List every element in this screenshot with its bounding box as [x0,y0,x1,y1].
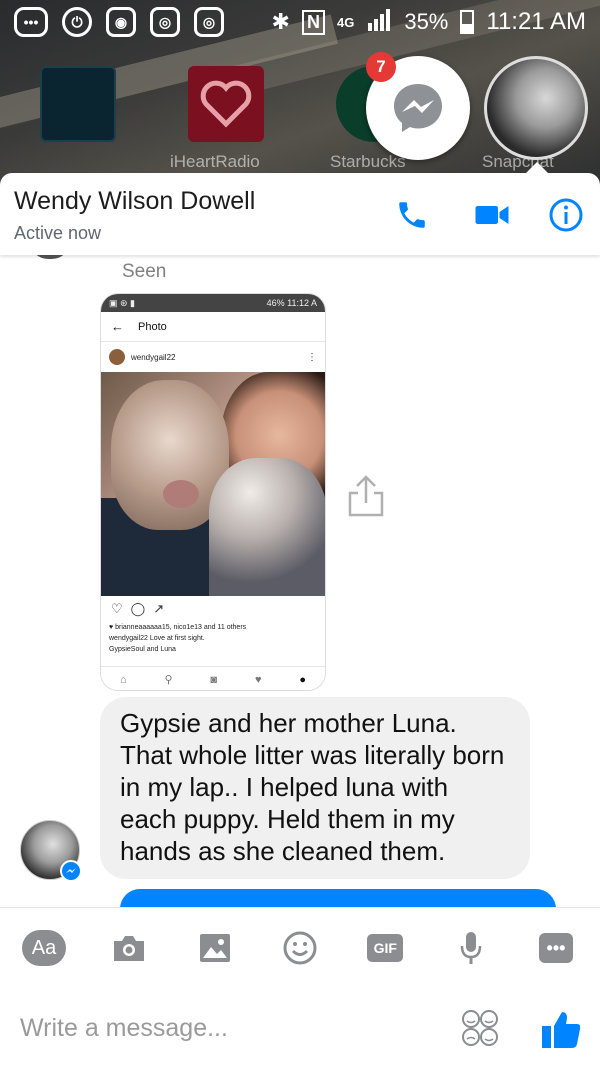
message-bubble[interactable]: Gypsie and her mother Luna. That whole l… [100,697,530,879]
signal-icon [366,7,392,37]
search-icon: ⚲ [164,674,173,686]
like-button[interactable] [540,1008,582,1050]
comment-icon: ◯ [130,601,146,616]
caption-line-1: wendygail22 Love at first sight. [109,635,205,642]
screenshot-status-right: 46% 11:12 A [266,298,317,308]
folder-app-icon[interactable] [40,66,116,142]
unread-count-badge: 7 [366,52,396,82]
screenshot-action-row: ♡ ◯ ↗ [101,596,325,622]
gallery-button[interactable] [193,926,237,970]
gif-button[interactable]: GIF [363,926,407,970]
instagram-notification-icon: ◎ [150,7,180,37]
screenshot-status-bar: ▣ ⊛ ▮ 46% 11:12 A [101,294,325,312]
camera-icon: ◙ [210,673,218,686]
thumbs-up-icon [542,1012,581,1048]
bluetooth-icon: ✱ [271,9,290,34]
stickers-icon [462,1010,498,1046]
conversation-header: Wendy Wilson Dowell Active now [0,173,600,255]
text-style-label: Aa [22,930,66,966]
more-vertical-icon: ⋮ [307,351,317,363]
sticker-button[interactable] [460,1008,500,1048]
video-camera-icon [475,206,509,224]
app-label-iheartradio: iHeartRadio [170,152,260,171]
contact-chathead-avatar[interactable] [484,56,588,160]
instagram-notification-icon: ◎ [194,7,224,37]
message-thread[interactable]: Seen ▣ ⊛ ▮ 46% 11:12 A ← Photo wendygail… [0,255,600,907]
dogs-and-woman-photo [101,372,325,596]
info-button[interactable] [546,195,586,235]
seen-indicator: Seen [122,261,167,282]
profile-icon: ● [299,673,306,686]
instagram-notification-icon: ◉ [106,7,136,37]
chat-notification-icon: ••• [14,7,48,37]
share-button[interactable] [346,473,386,519]
contact-name[interactable]: Wendy Wilson Dowell [14,187,255,216]
battery-percent: 35% [404,9,449,34]
image-icon [199,934,230,962]
more-button[interactable]: ••• [534,926,578,970]
message-input[interactable] [20,1008,440,1048]
camera-button[interactable] [107,926,151,970]
emoji-button[interactable] [278,926,322,970]
screenshot-user-row: wendygail22 ⋮ [101,342,325,372]
previous-avatar [30,255,70,259]
smiley-icon [283,931,317,965]
more-dots-icon: ••• [538,933,573,963]
screenshot-title: Photo [138,320,167,333]
voice-button[interactable] [449,926,493,970]
gif-label: GIF [367,934,404,962]
screenshot-username: wendygail22 [131,352,176,362]
screenshot-user-avatar [109,349,125,365]
nfc-icon: N [301,9,325,35]
shared-screenshot-image[interactable]: ▣ ⊛ ▮ 46% 11:12 A ← Photo wendygail22 ⋮ … [100,293,326,691]
heart-icon: ♡ [111,601,123,616]
photo-puppy-gypsie [209,458,325,596]
chathead-pointer [525,162,549,174]
clock: 11:21 AM [486,8,586,35]
messenger-badge-icon [60,860,82,882]
outgoing-message-bubble[interactable] [120,889,556,907]
message-composer: Aa GIF ••• Write a message... [0,907,600,1066]
iheartradio-icon[interactable] [188,66,264,142]
share-icon [348,475,384,517]
network-type: 4G [336,14,355,30]
microphone-icon [460,932,481,964]
app-label-starbucks: Starbucks [330,152,406,171]
active-status: Active now [14,223,102,243]
heart-icon: ♥ [254,673,262,686]
composer-toolbar: Aa GIF ••• [0,926,600,970]
status-bar: ••• ⏻ ◉ ◎ ◎ ✱ N 4G 35% 11:21 AM [0,0,600,44]
screenshot-app-bar: ← Photo [101,312,325,342]
phone-icon [399,202,425,228]
screenshot-status-icons: ▣ ⊛ ▮ [109,297,135,308]
screenshot-bottom-nav: ⌂ ⚲ ◙ ♥ ● [101,666,325,690]
battery-icon [460,10,475,34]
text-style-button[interactable]: Aa [22,926,66,970]
back-arrow-icon: ← [111,319,124,334]
messenger-icon [394,84,442,132]
power-notification-icon: ⏻ [62,7,92,37]
likes-line: ♥ brianneaaaaaa15, nico1e13 and 11 other… [109,624,247,631]
info-icon [549,198,583,232]
home-icon: ⌂ [119,673,127,686]
screenshot-caption: ♥ brianneaaaaaa15, nico1e13 and 11 other… [101,622,325,666]
video-call-button[interactable] [472,195,512,235]
call-button[interactable] [392,195,432,235]
camera-icon [114,936,145,961]
share-arrow-icon: ↗ [153,601,165,616]
caption-line-2: GypsieSoul and Luna [109,646,176,653]
